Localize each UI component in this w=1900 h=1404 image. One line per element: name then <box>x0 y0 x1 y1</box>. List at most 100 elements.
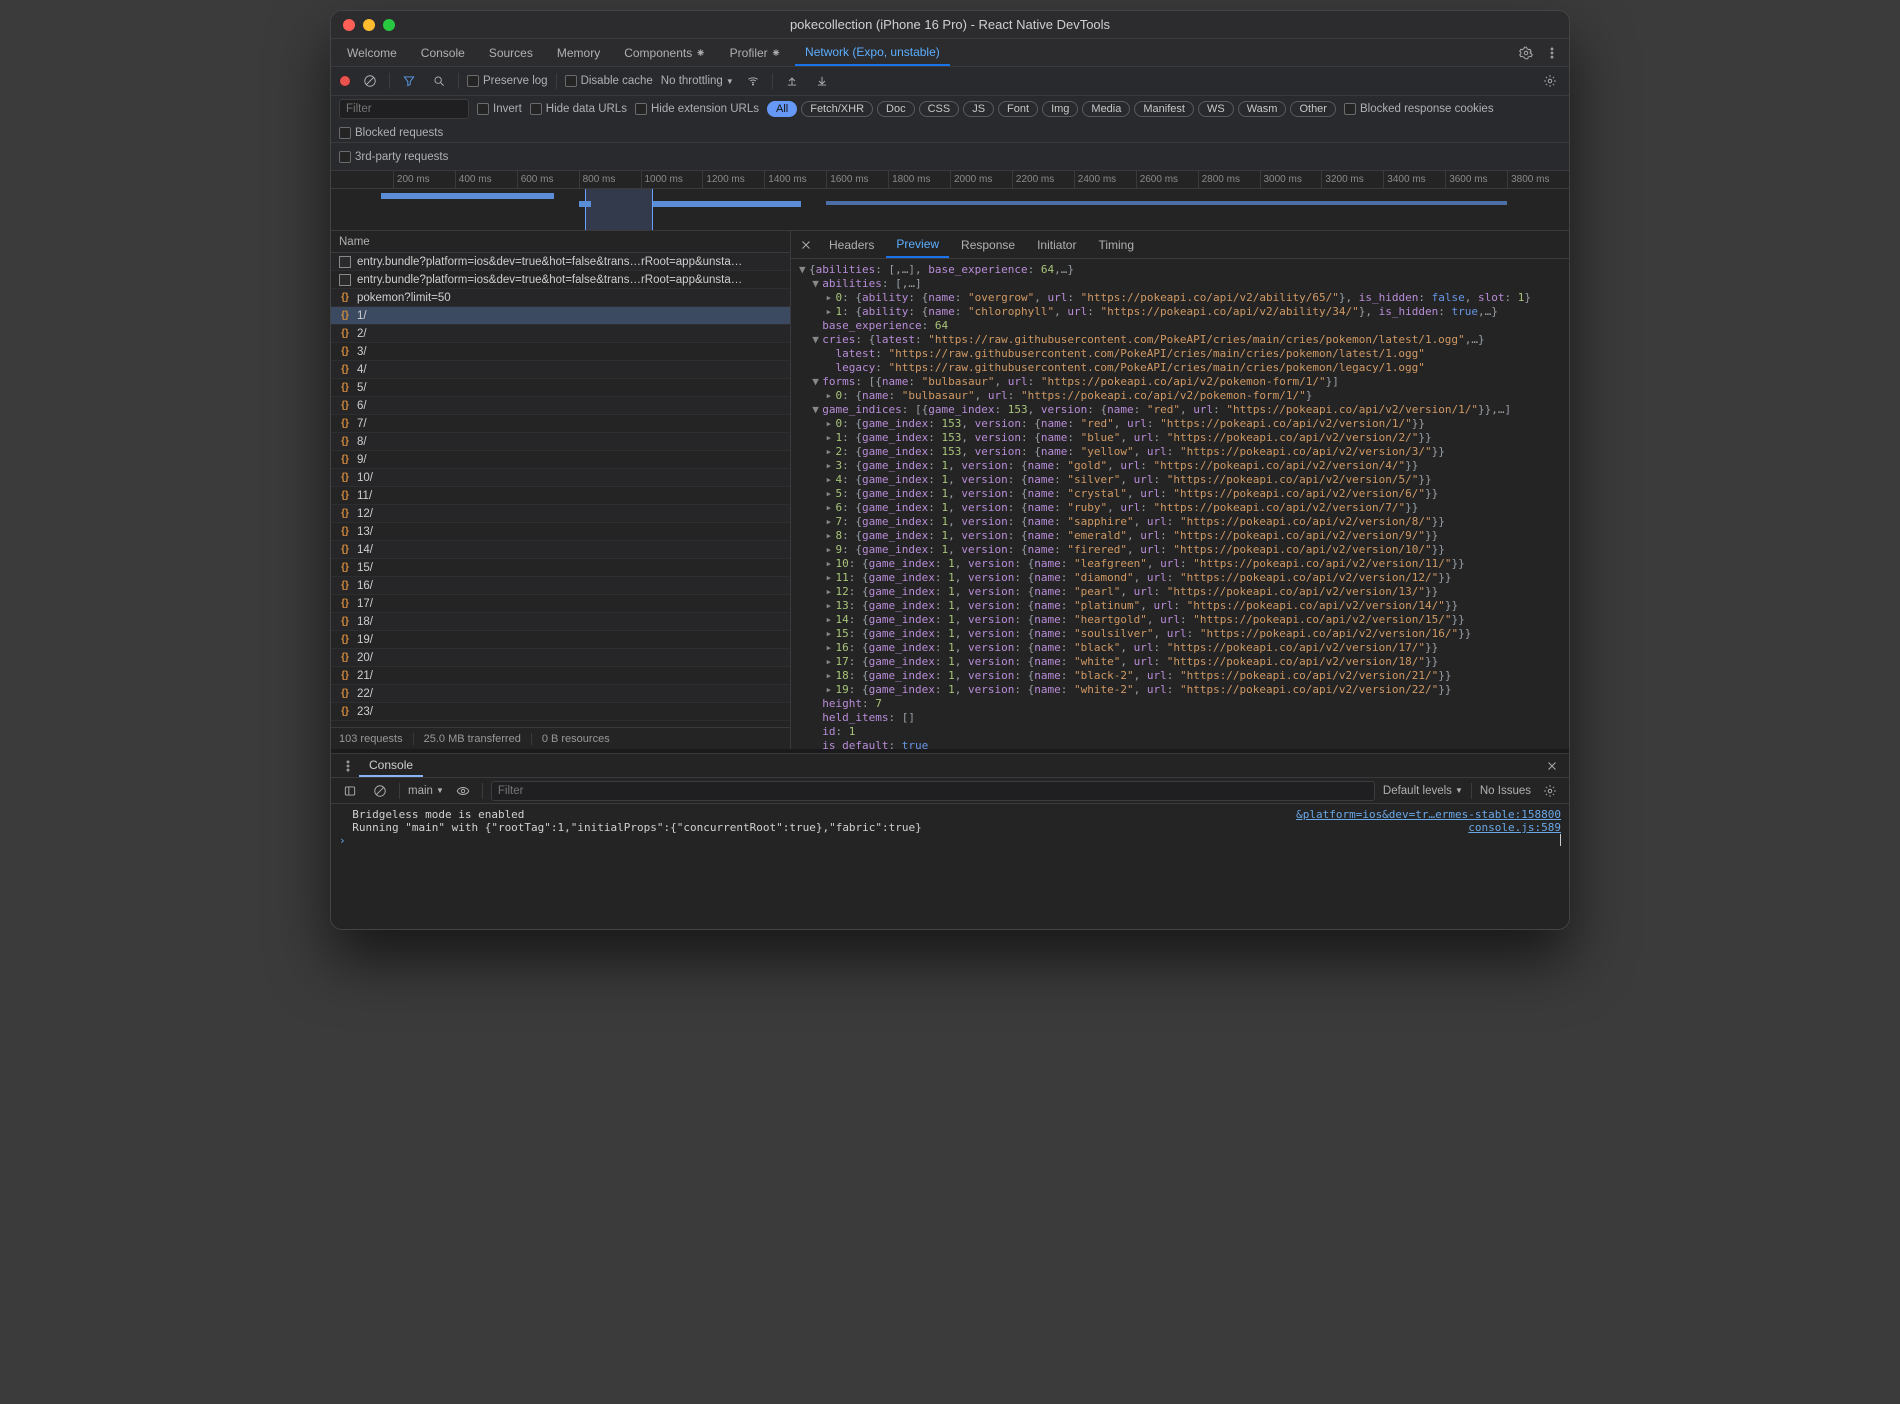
record-icon[interactable] <box>339 75 351 87</box>
detail-tab[interactable]: Initiator <box>1027 231 1086 258</box>
tree-line[interactable]: ▸17: {game_index: 1, version: {name: "wh… <box>791 655 1569 669</box>
type-filter-pill[interactable]: All <box>767 101 797 117</box>
upload-har-icon[interactable] <box>781 70 803 92</box>
response-preview-tree[interactable]: ▼{abilities: [,…], base_experience: 64,…… <box>791 259 1569 749</box>
log-levels-dropdown[interactable]: Default levels ▼ <box>1383 785 1463 797</box>
wifi-icon[interactable] <box>742 70 764 92</box>
detail-tab[interactable]: Preview <box>886 231 949 258</box>
context-dropdown[interactable]: main ▼ <box>408 785 444 797</box>
detail-tab[interactable]: Headers <box>819 231 884 258</box>
request-row[interactable]: {}17/ <box>331 595 790 613</box>
request-row[interactable]: {}10/ <box>331 469 790 487</box>
issues-button[interactable]: No Issues <box>1480 785 1531 797</box>
panel-tab[interactable]: Profiler ⁕ <box>720 39 791 66</box>
request-row[interactable]: {}16/ <box>331 577 790 595</box>
search-icon[interactable] <box>428 70 450 92</box>
more-icon[interactable] <box>1541 42 1563 64</box>
tree-line[interactable]: ▸19: {game_index: 1, version: {name: "wh… <box>791 683 1569 697</box>
live-expression-icon[interactable] <box>452 780 474 802</box>
settings-icon[interactable] <box>1515 42 1537 64</box>
hide-data-urls-checkbox[interactable]: Hide data URLs <box>530 103 627 115</box>
preserve-log-checkbox[interactable]: Preserve log <box>467 75 548 87</box>
request-row[interactable]: entry.bundle?platform=ios&dev=true&hot=f… <box>331 271 790 289</box>
console-tab[interactable]: Console <box>359 754 423 777</box>
column-header-name[interactable]: Name <box>331 231 790 253</box>
disable-cache-checkbox[interactable]: Disable cache <box>565 75 653 87</box>
drawer-more-icon[interactable] <box>337 755 359 777</box>
request-row[interactable]: {}4/ <box>331 361 790 379</box>
tree-line[interactable]: ▸8: {game_index: 1, version: {name: "eme… <box>791 529 1569 543</box>
toggle-sidebar-icon[interactable] <box>339 780 361 802</box>
tree-line[interactable]: ▼forms: [{name: "bulbasaur", url: "https… <box>791 375 1569 389</box>
tree-line[interactable]: ▸9: {game_index: 1, version: {name: "fir… <box>791 543 1569 557</box>
third-party-checkbox[interactable]: 3rd-party requests <box>339 151 448 163</box>
network-settings-icon[interactable] <box>1539 70 1561 92</box>
request-row[interactable]: {}5/ <box>331 379 790 397</box>
request-row[interactable]: {}2/ <box>331 325 790 343</box>
source-link[interactable]: &platform=ios&dev=tr…ermes-stable:158800 <box>1296 808 1561 821</box>
console-prompt[interactable]: › <box>339 834 1561 847</box>
type-filter-pill[interactable]: CSS <box>919 101 960 117</box>
tree-line[interactable]: ▼game_indices: [{game_index: 153, versio… <box>791 403 1569 417</box>
request-row[interactable]: {}12/ <box>331 505 790 523</box>
type-filter-pill[interactable]: Media <box>1082 101 1130 117</box>
tree-line[interactable]: ▸18: {game_index: 1, version: {name: "bl… <box>791 669 1569 683</box>
tree-line[interactable]: ▸5: {game_index: 1, version: {name: "cry… <box>791 487 1569 501</box>
tree-line[interactable]: ▸4: {game_index: 1, version: {name: "sil… <box>791 473 1569 487</box>
request-row[interactable]: {}8/ <box>331 433 790 451</box>
blocked-cookies-checkbox[interactable]: Blocked response cookies <box>1344 103 1494 115</box>
request-row[interactable]: {}11/ <box>331 487 790 505</box>
tree-line[interactable]: held_items: [] <box>791 711 1569 725</box>
throttling-dropdown[interactable]: No throttling ▼ <box>661 75 734 87</box>
type-filter-pill[interactable]: Doc <box>877 101 915 117</box>
request-row[interactable]: {}19/ <box>331 631 790 649</box>
type-filter-pill[interactable]: WS <box>1198 101 1234 117</box>
tree-line[interactable]: ▸16: {game_index: 1, version: {name: "bl… <box>791 641 1569 655</box>
tree-line[interactable]: latest: "https://raw.githubusercontent.c… <box>791 347 1569 361</box>
panel-tab[interactable]: Components ⁕ <box>614 39 715 66</box>
filter-input[interactable] <box>339 99 469 119</box>
tree-line[interactable]: ▸1: {ability: {name: "chlorophyll", url:… <box>791 305 1569 319</box>
tree-line[interactable]: ▸7: {game_index: 1, version: {name: "sap… <box>791 515 1569 529</box>
type-filter-pill[interactable]: Img <box>1042 101 1078 117</box>
tree-line[interactable]: ▸0: {game_index: 153, version: {name: "r… <box>791 417 1569 431</box>
request-row[interactable]: {}18/ <box>331 613 790 631</box>
tree-line[interactable]: ▼cries: {latest: "https://raw.githubuser… <box>791 333 1569 347</box>
tree-line[interactable]: id: 1 <box>791 725 1569 739</box>
request-row[interactable]: {}1/ <box>331 307 790 325</box>
tree-line[interactable]: ▸6: {game_index: 1, version: {name: "rub… <box>791 501 1569 515</box>
panel-tab[interactable]: Sources <box>479 39 543 66</box>
panel-tab[interactable]: Welcome <box>337 39 407 66</box>
type-filter-pill[interactable]: Font <box>998 101 1038 117</box>
tree-line[interactable]: ▸1: {game_index: 153, version: {name: "b… <box>791 431 1569 445</box>
panel-tab[interactable]: Network (Expo, unstable) <box>795 39 950 66</box>
detail-tab[interactable]: Timing <box>1088 231 1144 258</box>
request-row[interactable]: {}15/ <box>331 559 790 577</box>
request-row[interactable]: {}23/ <box>331 703 790 721</box>
console-line[interactable]: Bridgeless mode is enabled&platform=ios&… <box>339 808 1561 821</box>
tree-line[interactable]: ▸13: {game_index: 1, version: {name: "pl… <box>791 599 1569 613</box>
tree-line[interactable]: base_experience: 64 <box>791 319 1569 333</box>
request-row[interactable]: {}21/ <box>331 667 790 685</box>
type-filter-pill[interactable]: JS <box>963 101 994 117</box>
invert-checkbox[interactable]: Invert <box>477 103 522 115</box>
tree-line[interactable]: ▸11: {game_index: 1, version: {name: "di… <box>791 571 1569 585</box>
request-row[interactable]: {}20/ <box>331 649 790 667</box>
console-output[interactable]: Bridgeless mode is enabled&platform=ios&… <box>331 804 1569 929</box>
hide-extension-urls-checkbox[interactable]: Hide extension URLs <box>635 103 759 115</box>
panel-tab[interactable]: Memory <box>547 39 610 66</box>
request-row[interactable]: {}6/ <box>331 397 790 415</box>
request-row[interactable]: {}7/ <box>331 415 790 433</box>
type-filter-pill[interactable]: Wasm <box>1238 101 1287 117</box>
blocked-requests-checkbox[interactable]: Blocked requests <box>339 127 443 139</box>
tree-line[interactable]: ▸15: {game_index: 1, version: {name: "so… <box>791 627 1569 641</box>
type-filter-pill[interactable]: Other <box>1290 101 1336 117</box>
tree-line[interactable]: ▼abilities: [,…] <box>791 277 1569 291</box>
tree-line[interactable]: ▸2: {game_index: 153, version: {name: "y… <box>791 445 1569 459</box>
tree-line[interactable]: ▸14: {game_index: 1, version: {name: "he… <box>791 613 1569 627</box>
tree-line[interactable]: ▸10: {game_index: 1, version: {name: "le… <box>791 557 1569 571</box>
tree-line[interactable]: is_default: true <box>791 739 1569 749</box>
request-row[interactable]: {}3/ <box>331 343 790 361</box>
panel-tab[interactable]: Console <box>411 39 475 66</box>
close-detail-icon[interactable] <box>795 234 817 256</box>
